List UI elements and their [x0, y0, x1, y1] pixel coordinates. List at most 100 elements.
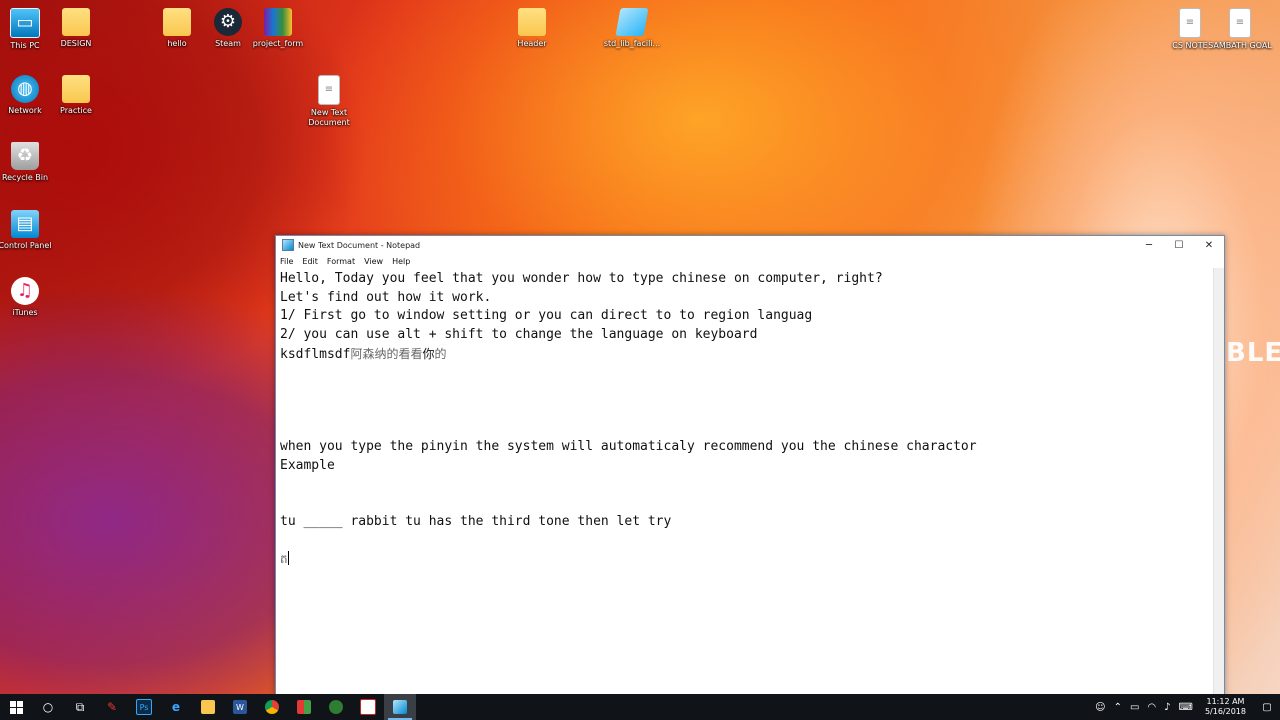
notification-icon[interactable]: ▢ — [1258, 702, 1276, 713]
desktop-icon-label: New Text Document — [308, 108, 350, 127]
window-title: New Text Document - Notepad — [298, 240, 421, 250]
network-status-icon[interactable]: ◠ — [1147, 702, 1156, 713]
text-line-cursor: ត — [280, 550, 1210, 569]
title-bar[interactable]: New Text Document - Notepad ─ ☐ ✕ — [276, 236, 1224, 254]
document-icon: ≡ — [1179, 8, 1201, 38]
file-explorer-icon — [201, 700, 215, 714]
system-tray: ☺ ⌃ ▭ ◠ ♪ ⌨ 11:12 AM 5/16/2018 ▢ — [1091, 694, 1280, 720]
notepad-window: New Text Document - Notepad ─ ☐ ✕ File E… — [275, 235, 1225, 696]
text-editor-area[interactable]: Hello, Today you feel that you wonder ho… — [276, 268, 1214, 695]
chrome-icon — [265, 700, 279, 714]
text-line-mixed: ksdflmsdf阿森纳的看看你的 — [280, 345, 1210, 364]
empty-line — [280, 382, 1210, 401]
chevron-up-icon[interactable]: ⌃ — [1114, 702, 1122, 713]
task-view-button[interactable]: ⧉ — [64, 694, 96, 720]
taskbar-app-pen[interactable]: ✎ — [96, 694, 128, 720]
desktop-icon-itunes[interactable]: ♫ iTunes — [0, 277, 57, 318]
desktop-icon-design[interactable]: DESIGN — [44, 8, 108, 49]
minimize-button[interactable]: ─ — [1134, 236, 1164, 254]
search-icon: ○ — [42, 700, 54, 714]
text-line: 1/ First go to window setting or you can… — [280, 308, 813, 324]
latin-text: ksdflmsdf — [280, 346, 351, 362]
taskbar-app-notepad[interactable] — [384, 694, 416, 720]
desktop-icon-control-panel[interactable]: ▤ Control Panel — [0, 210, 57, 251]
input-method-icon[interactable]: ⌨ — [1179, 702, 1193, 713]
clock-date: 5/16/2018 — [1204, 707, 1246, 716]
desktop-icon-label: SAMBATH GOAL — [1208, 41, 1272, 50]
taskbar-app-word[interactable]: W — [224, 694, 256, 720]
text-line: tu _____ rabbit tu has the third tone th… — [280, 513, 672, 529]
close-button[interactable]: ✕ — [1194, 236, 1224, 254]
winrar-icon — [264, 8, 292, 36]
text-document-icon: ≡ — [318, 75, 340, 105]
people-icon[interactable]: ☺ — [1095, 702, 1105, 713]
photoshop-icon: Ps — [136, 699, 152, 715]
control-panel-icon: ▤ — [11, 210, 39, 238]
folder-icon — [518, 8, 546, 36]
taskbar-app-chrome[interactable] — [256, 694, 288, 720]
media-app-icon — [360, 699, 376, 715]
menu-file[interactable]: File — [280, 257, 293, 266]
recycle-bin-icon: ♻ — [11, 142, 39, 170]
vertical-scrollbar[interactable] — [1213, 268, 1224, 695]
search-button[interactable]: ○ — [32, 694, 64, 720]
desktop-icon-std-lib[interactable]: std_lib_facili... — [600, 8, 664, 49]
desktop-icon-label: Header — [517, 39, 547, 48]
itunes-icon: ♫ — [11, 277, 39, 305]
empty-line — [280, 532, 1210, 551]
chinese-text: 阿森纳的看看你的 — [350, 346, 447, 361]
desktop-icon-sambath-goal[interactable]: ≡ SAMBATH GOAL — [1208, 8, 1272, 51]
taskbar-app-media[interactable] — [352, 694, 384, 720]
text-line: 2/ you can use alt + shift to change the… — [280, 327, 758, 343]
pen-app-icon: ✎ — [106, 700, 118, 714]
folder-icon — [62, 75, 90, 103]
steam-icon: ⚙ — [214, 8, 242, 36]
empty-line — [280, 420, 1210, 439]
word-icon: W — [233, 700, 247, 714]
text-line: Hello, Today you feel that you wonder ho… — [280, 271, 883, 286]
clock[interactable]: 11:12 AM 5/16/2018 — [1205, 697, 1246, 717]
windows-start-icon — [9, 700, 23, 714]
volume-icon[interactable]: ♪ — [1164, 702, 1170, 713]
folder-icon — [62, 8, 90, 36]
desktop-icon-label: iTunes — [12, 308, 38, 317]
menu-view[interactable]: View — [364, 257, 383, 266]
green-app-icon — [329, 700, 343, 714]
desktop-icon-header[interactable]: Header — [500, 8, 564, 49]
taskbar-app-file-explorer[interactable] — [192, 694, 224, 720]
text-caret — [287, 551, 289, 566]
taskbar: ○ ⧉ ✎ Ps e W ☺ ⌃ ▭ ◠ ♪ ⌨ 11:12 AM 5/16/2… — [0, 694, 1280, 720]
desktop-icon-project-form[interactable]: project_form — [246, 8, 310, 49]
battery-icon[interactable]: ▭ — [1130, 702, 1139, 713]
menu-format[interactable]: Format — [327, 257, 355, 266]
taskbar-app-green[interactable] — [320, 694, 352, 720]
maximize-button[interactable]: ☐ — [1164, 236, 1194, 254]
network-icon: ◍ — [11, 75, 39, 103]
desktop-icon-practice[interactable]: Practice — [44, 75, 108, 116]
menu-help[interactable]: Help — [392, 257, 410, 266]
desktop-icon-label: Recycle Bin — [1, 173, 49, 182]
start-button[interactable] — [0, 694, 32, 720]
empty-line — [280, 401, 1210, 420]
desktop-icon-label: project_form — [252, 39, 304, 48]
taskbar-app-colorful[interactable] — [288, 694, 320, 720]
this-pc-icon: ▭ — [10, 8, 40, 38]
folder-icon — [163, 8, 191, 36]
desktop-icon-label: DESIGN — [60, 39, 92, 48]
menu-bar: File Edit Format View Help — [276, 254, 1224, 268]
text-line: Let's find out how it work. — [280, 289, 492, 305]
clock-time: 11:12 AM — [1206, 697, 1245, 706]
taskbar-app-photoshop[interactable]: Ps — [128, 694, 160, 720]
empty-line — [280, 494, 1210, 513]
desktop-icon-label: Practice — [60, 106, 92, 115]
notepad-icon — [393, 700, 407, 714]
edge-icon: e — [171, 700, 181, 714]
wallpaper-text: BLE — [1226, 338, 1280, 368]
desktop-icon-recycle-bin[interactable]: ♻ Recycle Bin — [0, 142, 57, 183]
taskbar-app-edge[interactable]: e — [160, 694, 192, 720]
empty-line — [280, 363, 1210, 382]
desktop-icon-new-text-document[interactable]: ≡ New Text Document — [297, 75, 361, 128]
colorful-app-icon — [297, 700, 311, 714]
menu-edit[interactable]: Edit — [302, 257, 318, 266]
notepad-app-icon — [282, 239, 294, 251]
